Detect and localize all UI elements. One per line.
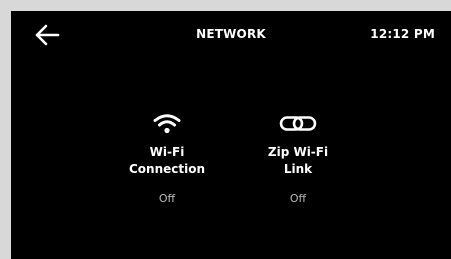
zip-wifi-status: Off — [289, 192, 307, 205]
header-bar: NETWORK 12:12 PM — [11, 11, 451, 57]
wifi-connection-label: Wi-Fi Connection — [107, 144, 227, 178]
network-screen: NETWORK 12:12 PM Wi-Fi Connection Off Zi… — [11, 11, 451, 259]
wifi-connection-option[interactable]: Wi-Fi Connection Off — [107, 111, 227, 205]
back-button[interactable] — [33, 23, 61, 47]
link-icon — [279, 116, 317, 131]
wifi-status: Off — [158, 192, 176, 205]
zip-wifi-link-option[interactable]: Zip Wi-Fi Link Off — [238, 111, 358, 205]
wifi-icon — [153, 114, 181, 134]
zip-wifi-link-label: Zip Wi-Fi Link — [238, 144, 358, 178]
wifi-label-line1: Wi-Fi — [149, 145, 185, 159]
zip-label-line1: Zip Wi-Fi — [267, 145, 329, 159]
clock: 12:12 PM — [370, 27, 435, 41]
zip-label-line2: Link — [283, 162, 313, 176]
wifi-label-line2: Connection — [128, 162, 206, 176]
back-arrow-icon — [35, 24, 60, 46]
